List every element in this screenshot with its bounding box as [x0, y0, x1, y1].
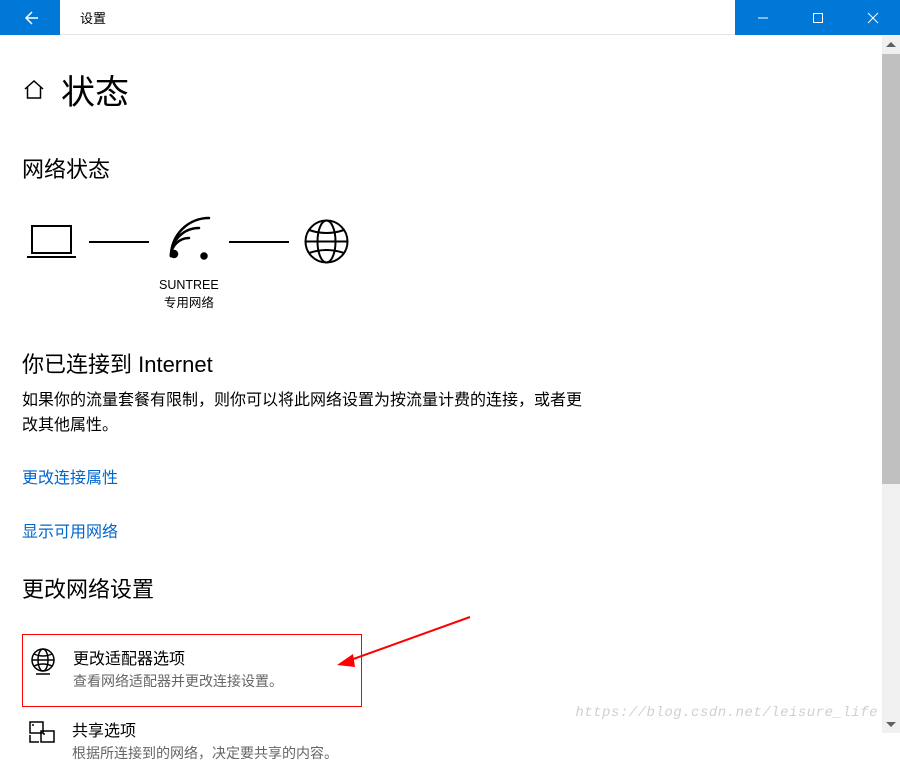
sharing-title: 共享选项 — [72, 717, 338, 741]
chevron-up-icon — [886, 42, 896, 48]
back-button[interactable] — [0, 0, 60, 35]
close-icon — [867, 12, 879, 24]
scrollbar[interactable] — [882, 36, 900, 733]
show-networks-link[interactable]: 显示可用网络 — [22, 518, 118, 542]
computer-node — [24, 214, 79, 269]
laptop-icon — [24, 214, 79, 269]
wifi-name: SUNTREE — [159, 277, 219, 295]
adapter-options-item[interactable]: 更改适配器选项 查看网络适配器并更改连接设置。 — [22, 634, 362, 707]
adapter-text: 更改适配器选项 查看网络适配器并更改连接设置。 — [73, 645, 283, 691]
chevron-down-icon — [886, 721, 896, 727]
window-title: 设置 — [60, 0, 735, 35]
change-settings-title: 更改网络设置 — [22, 572, 878, 604]
connection-line-2 — [229, 241, 289, 243]
connection-line-1 — [89, 241, 149, 243]
watermark: https://blog.csdn.net/leisure_life — [575, 705, 878, 721]
change-properties-link[interactable]: 更改连接属性 — [22, 464, 118, 488]
wifi-label: SUNTREE 专用网络 — [159, 277, 219, 312]
scroll-down-button[interactable] — [882, 715, 900, 733]
wifi-icon — [161, 214, 216, 269]
content-area: 状态 网络状态 SUNTREE 专用网络 — [0, 35, 900, 773]
window-controls — [735, 0, 900, 35]
wifi-node: SUNTREE 专用网络 — [159, 214, 219, 312]
sharing-icon — [27, 719, 57, 749]
wifi-type: 专用网络 — [159, 295, 219, 313]
connected-title: 你已连接到 Internet — [22, 347, 878, 379]
maximize-icon — [812, 12, 824, 24]
network-status-title: 网络状态 — [22, 152, 878, 184]
close-button[interactable] — [845, 0, 900, 35]
adapter-title: 更改适配器选项 — [73, 645, 283, 669]
globe-settings-icon — [28, 647, 58, 677]
maximize-button[interactable] — [790, 0, 845, 35]
home-icon[interactable] — [22, 78, 46, 102]
globe-icon — [299, 214, 354, 269]
minimize-icon — [757, 12, 769, 24]
scroll-up-button[interactable] — [882, 36, 900, 54]
arrow-left-icon — [20, 8, 40, 28]
sharing-desc: 根据所连接到的网络，决定要共享的内容。 — [72, 743, 338, 763]
connected-description: 如果你的流量套餐有限制，则你可以将此网络设置为按流量计费的连接，或者更改其他属性… — [22, 389, 582, 439]
sharing-options-item[interactable]: 共享选项 根据所连接到的网络，决定要共享的内容。 — [22, 707, 362, 773]
minimize-button[interactable] — [735, 0, 790, 35]
adapter-desc: 查看网络适配器并更改连接设置。 — [73, 671, 283, 691]
page-title: 状态 — [61, 65, 129, 114]
sharing-text: 共享选项 根据所连接到的网络，决定要共享的内容。 — [72, 717, 338, 763]
titlebar: 设置 — [0, 0, 900, 35]
change-settings-section: 更改网络设置 更改适配器选项 查看网络适配器并更改连接设置。 — [22, 572, 878, 773]
network-diagram: SUNTREE 专用网络 — [22, 214, 878, 312]
scroll-thumb[interactable] — [882, 54, 900, 484]
globe-node — [299, 214, 354, 269]
page-header: 状态 — [22, 65, 878, 114]
